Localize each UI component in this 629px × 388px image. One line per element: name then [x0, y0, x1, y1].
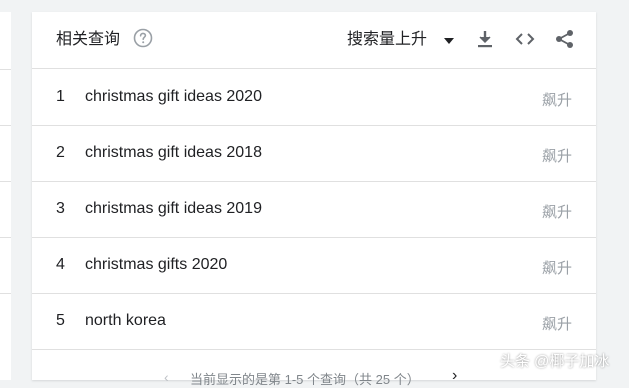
row-query[interactable]: christmas gift ideas 2019 [85, 199, 262, 219]
divider [0, 125, 11, 126]
table-row[interactable]: 4 christmas gifts 2020 飙升 [32, 237, 596, 294]
card-header: 相关查询 搜索量上升 [32, 12, 596, 69]
help-circle-icon[interactable] [133, 28, 153, 48]
divider [0, 237, 11, 238]
row-rank: 3 [56, 200, 65, 217]
sort-dropdown-label: 搜索量上升 [347, 31, 428, 48]
row-rank: 1 [56, 88, 65, 105]
table-row[interactable]: 1 christmas gift ideas 2020 飙升 [32, 69, 596, 126]
adjacent-card-edge [0, 12, 11, 380]
dropdown-arrow-icon [444, 38, 454, 44]
row-query[interactable]: north korea [85, 311, 166, 331]
row-rank: 4 [56, 256, 65, 273]
row-value: 飙升 [541, 148, 572, 165]
divider [0, 69, 11, 70]
table-row[interactable]: 3 christmas gift ideas 2019 飙升 [32, 181, 596, 238]
row-value: 飙升 [541, 204, 572, 221]
pagination-status: 当前显示的是第 1-5 个查询（共 25 个） [190, 372, 420, 387]
table-row[interactable]: 5 north korea 飙升 [32, 293, 596, 350]
row-value: 飙升 [541, 260, 572, 277]
row-value: 飙升 [541, 92, 572, 109]
chevron-right-icon[interactable]: › [452, 367, 457, 385]
row-query[interactable]: christmas gift ideas 2018 [85, 143, 262, 163]
related-queries-card: 相关查询 搜索量上升 1 christmas gift ideas 2020 飙… [32, 12, 596, 387]
share-icon[interactable] [554, 28, 576, 50]
row-query[interactable]: christmas gift ideas 2020 [85, 87, 262, 107]
chevron-left-icon[interactable]: ‹ [164, 369, 169, 385]
row-rank: 2 [56, 144, 65, 161]
row-value: 飙升 [541, 316, 572, 333]
row-query[interactable]: christmas gifts 2020 [85, 255, 227, 275]
embed-code-icon[interactable] [514, 28, 536, 50]
sort-dropdown[interactable]: 搜索量上升 [347, 30, 454, 52]
divider [0, 181, 11, 182]
divider [0, 293, 11, 294]
row-rank: 5 [56, 312, 65, 329]
download-icon[interactable] [474, 28, 496, 50]
table-row[interactable]: 2 christmas gift ideas 2018 飙升 [32, 125, 596, 182]
watermark: 头条 @椰子加冰 [500, 353, 610, 370]
card-title: 相关查询 [56, 31, 121, 48]
